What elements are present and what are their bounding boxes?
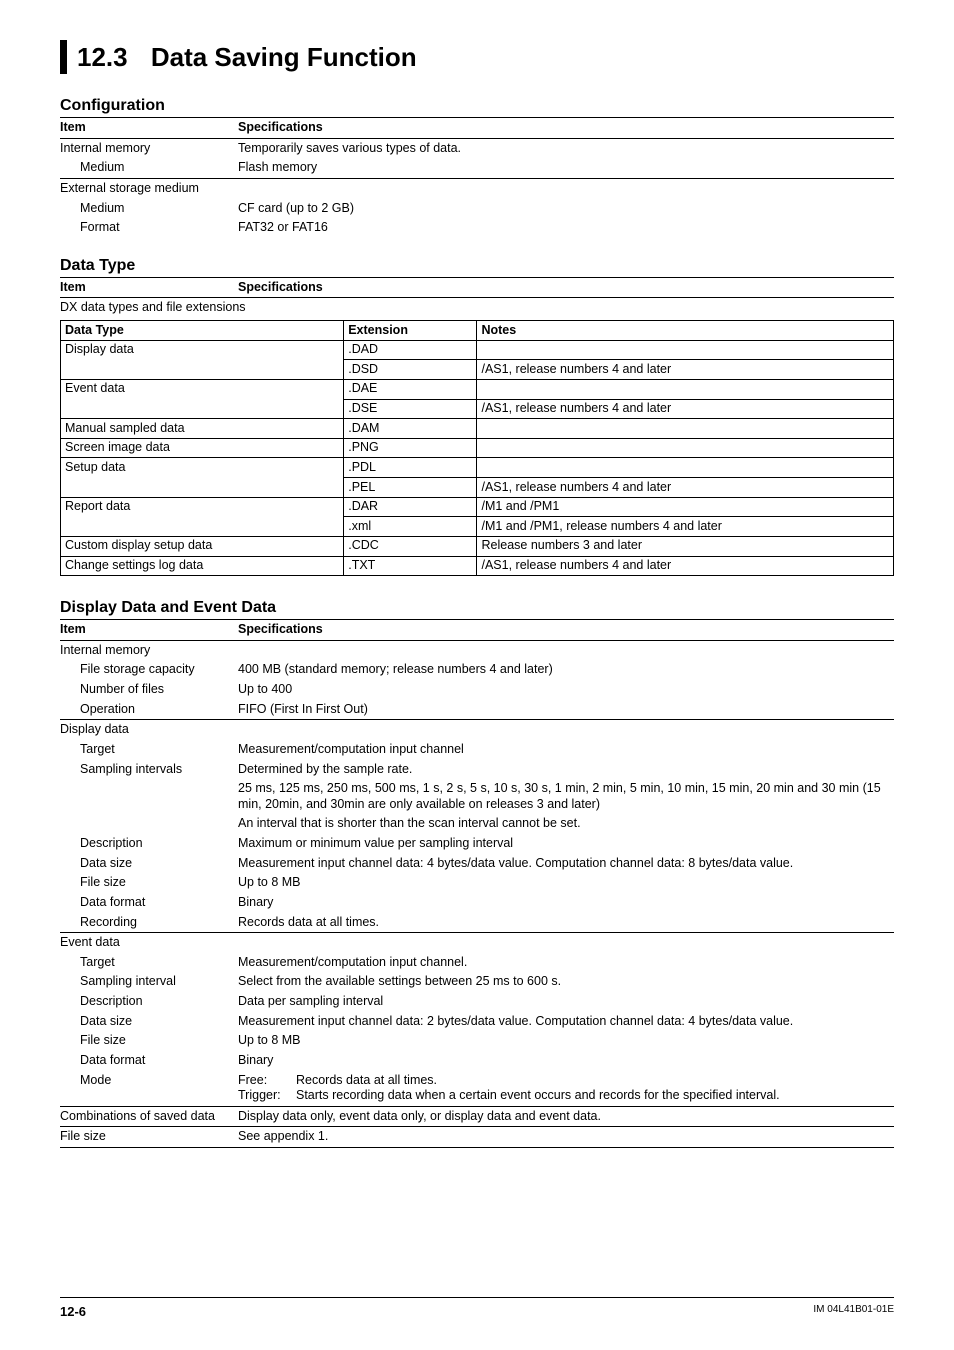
th-notes: Notes bbox=[477, 321, 894, 341]
title-heading: 12.3 Data Saving Function bbox=[77, 41, 417, 74]
cell-notes: /M1 and /PM1 bbox=[477, 497, 894, 517]
cell-extension: .xml bbox=[344, 517, 477, 537]
cell-extension: .CDC bbox=[344, 536, 477, 556]
config-header-row: Item Specifications bbox=[60, 118, 894, 138]
filesize-row: File size See appendix 1. bbox=[60, 1127, 894, 1147]
cell-notes: /AS1, release numbers 4 and later bbox=[477, 478, 894, 498]
config-row: Internal memory Temporarily saves variou… bbox=[60, 139, 894, 159]
datatype-heading: Data Type bbox=[60, 256, 894, 276]
cell-notes: Release numbers 3 and later bbox=[477, 536, 894, 556]
config-row: Medium CF card (up to 2 GB) bbox=[60, 199, 894, 219]
display-block: Internal memory File storage capacity400… bbox=[60, 640, 894, 1148]
th-extension: Extension bbox=[344, 321, 477, 341]
display-header-row: Item Specifications bbox=[60, 620, 894, 640]
header-item: Item bbox=[60, 120, 238, 136]
cell-extension: .DSE bbox=[344, 399, 477, 419]
doc-number: IM 04L41B01-01E bbox=[813, 1304, 894, 1320]
config-row: External storage medium bbox=[60, 179, 894, 199]
cell-data-type: Event data bbox=[61, 379, 344, 418]
table-header-row: Data Type Extension Notes bbox=[61, 321, 894, 341]
table-row: Manual sampled data.DAM bbox=[61, 419, 894, 439]
cell-notes bbox=[477, 458, 894, 478]
cell-extension: .DAM bbox=[344, 419, 477, 439]
config-heading: Configuration bbox=[60, 96, 894, 116]
cell-notes bbox=[477, 419, 894, 439]
cell-data-type: Report data bbox=[61, 497, 344, 536]
table-row: Custom display setup data.CDCRelease num… bbox=[61, 536, 894, 556]
cell-data-type: Screen image data bbox=[61, 438, 344, 458]
title-number: 12.3 bbox=[77, 42, 128, 72]
title-bar-icon bbox=[60, 40, 67, 74]
datatype-table: Data Type Extension Notes Display data.D… bbox=[60, 320, 894, 576]
cell-notes bbox=[477, 438, 894, 458]
cell-notes: /AS1, release numbers 4 and later bbox=[477, 556, 894, 576]
table-row: Report data.DAR/M1 and /PM1 bbox=[61, 497, 894, 517]
title-text: Data Saving Function bbox=[151, 42, 417, 72]
cell-data-type: Custom display setup data bbox=[61, 536, 344, 556]
table-row: Event data.DAE bbox=[61, 379, 894, 399]
config-row: Format FAT32 or FAT16 bbox=[60, 218, 894, 238]
cell-notes bbox=[477, 340, 894, 360]
cell-notes: /AS1, release numbers 4 and later bbox=[477, 399, 894, 419]
table-row: Screen image data.PNG bbox=[61, 438, 894, 458]
header-spec: Specifications bbox=[238, 120, 894, 136]
datatype-header-row: Item Specifications bbox=[60, 278, 894, 298]
cell-extension: .DAE bbox=[344, 379, 477, 399]
cell-data-type: Setup data bbox=[61, 458, 344, 497]
page: 12.3 Data Saving Function Configuration … bbox=[0, 0, 954, 1350]
cell-notes: /M1 and /PM1, release numbers 4 and late… bbox=[477, 517, 894, 537]
cell-notes bbox=[477, 379, 894, 399]
cell-extension: .DSD bbox=[344, 360, 477, 380]
cell-data-type: Display data bbox=[61, 340, 344, 379]
cell-data-type: Manual sampled data bbox=[61, 419, 344, 439]
table-row: Setup data.PDL bbox=[61, 458, 894, 478]
page-footer: 12-6 IM 04L41B01-01E bbox=[60, 1297, 894, 1320]
table-row: Display data.DAD bbox=[61, 340, 894, 360]
table-row: Change settings log data.TXT/AS1, releas… bbox=[61, 556, 894, 576]
cell-data-type: Change settings log data bbox=[61, 556, 344, 576]
mode-row: Mode Free:Records data at all times. Tri… bbox=[60, 1071, 894, 1106]
cell-extension: .DAR bbox=[344, 497, 477, 517]
datatype-subhead: DX data types and file extensions bbox=[60, 298, 894, 318]
th-data-type: Data Type bbox=[61, 321, 344, 341]
cell-notes: /AS1, release numbers 4 and later bbox=[477, 360, 894, 380]
cell-extension: .PNG bbox=[344, 438, 477, 458]
cell-extension: .PDL bbox=[344, 458, 477, 478]
cell-extension: .TXT bbox=[344, 556, 477, 576]
cell-extension: .PEL bbox=[344, 478, 477, 498]
section-title: 12.3 Data Saving Function bbox=[60, 40, 894, 74]
page-number: 12-6 bbox=[60, 1304, 86, 1320]
config-row: Medium Flash memory bbox=[60, 158, 894, 178]
display-heading: Display Data and Event Data bbox=[60, 598, 894, 618]
combo-row: Combinations of saved data Display data … bbox=[60, 1107, 894, 1127]
cell-extension: .DAD bbox=[344, 340, 477, 360]
